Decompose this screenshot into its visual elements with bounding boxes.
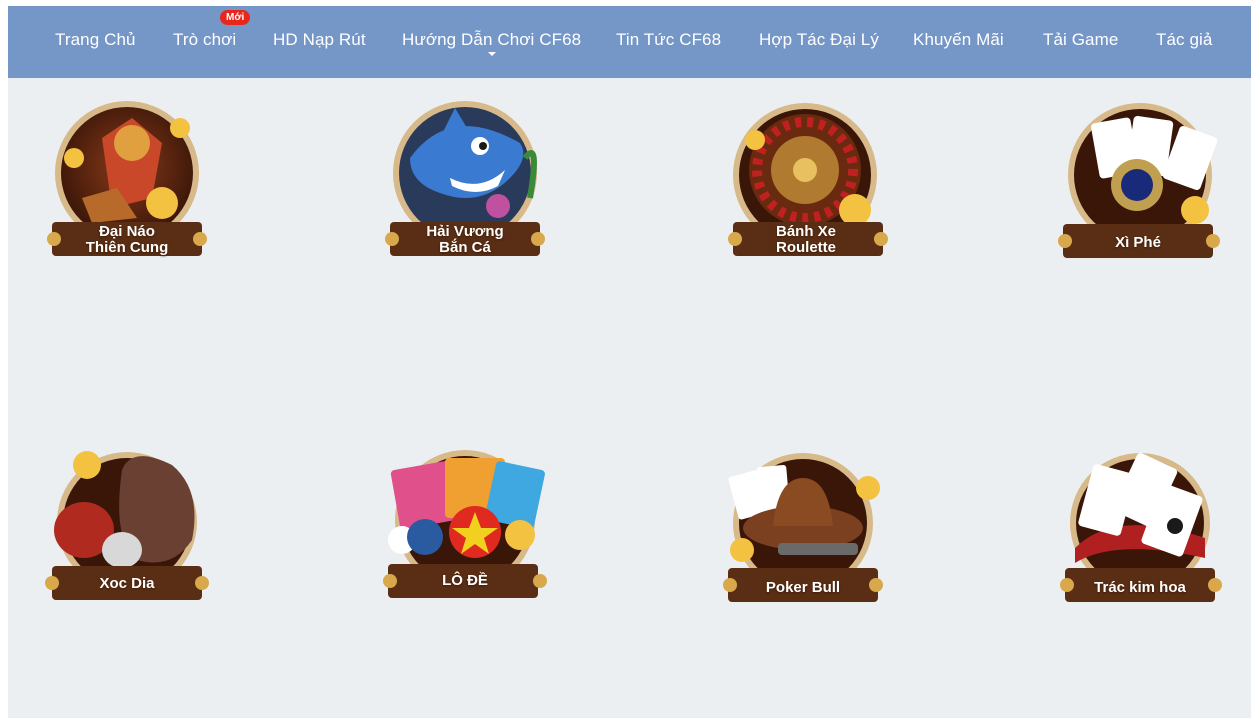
nav-item-khuyen-mai[interactable]: Khuyến Mãi: [913, 28, 1004, 52]
game-label: LÔ ĐỀ: [442, 572, 488, 589]
game-tile-xi-phe[interactable]: Xì Phé: [1055, 100, 1225, 270]
game-tile-poker-bull[interactable]: Poker Bull: [718, 448, 888, 618]
nav-item-tro-choi[interactable]: Trò chơi: [173, 28, 236, 52]
nav-item-huong-dan[interactable]: Hướng Dẫn Chơi CF68: [402, 28, 581, 52]
new-badge: Mới: [220, 10, 251, 25]
game-tile-dai-nao-thien-cung[interactable]: Đại Náo Thiên Cung: [42, 98, 212, 268]
top-navbar: Trang Chủ Trò chơi Mới HD Nạp Rút Hướng …: [8, 6, 1251, 78]
game-label: Trác kim hoa: [1094, 579, 1186, 596]
nav-item-tac-gia[interactable]: Tác giả: [1156, 28, 1212, 52]
game-tile-lo-de[interactable]: LÔ ĐỀ: [380, 440, 550, 610]
nav-item-tin-tuc[interactable]: Tin Tức CF68: [616, 28, 721, 52]
nav-item-hd-nap-rut[interactable]: HD Nạp Rút: [273, 28, 366, 52]
game-label: Poker Bull: [765, 579, 841, 596]
nav-item-hop-tac-dai-ly[interactable]: Hợp Tác Đại Lý: [759, 28, 879, 52]
game-tile-xoc-dia[interactable]: Xoc Dia: [42, 440, 212, 610]
game-label: Hải Vương Bắn Cá: [426, 223, 504, 256]
nav-item-tai-game[interactable]: Tải Game: [1043, 28, 1118, 52]
dropdown-caret-icon: [488, 52, 496, 56]
nav-item-trang-chu[interactable]: Trang Chủ: [55, 28, 136, 52]
game-label: Đại Náo Thiên Cung: [85, 223, 169, 256]
game-tile-hai-vuong-ban-ca[interactable]: Hải Vương Bắn Cá: [380, 98, 550, 268]
game-tile-trac-kim-hoa[interactable]: Trác kim hoa: [1055, 448, 1225, 618]
game-label: Xì Phé: [1115, 234, 1161, 251]
game-label: Bánh Xe Roulette: [775, 223, 836, 256]
game-tile-banh-xe-roulette[interactable]: Bánh Xe Roulette: [725, 100, 895, 270]
game-label: Xoc Dia: [99, 575, 155, 592]
